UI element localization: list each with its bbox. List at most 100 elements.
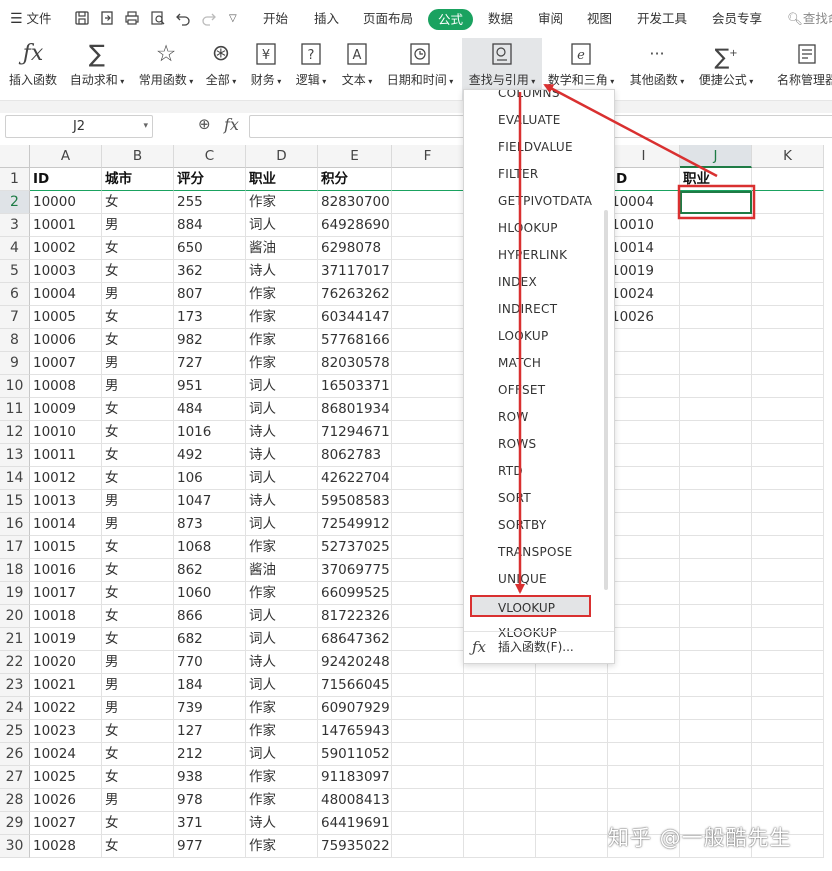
- cell-c18[interactable]: 862: [174, 559, 246, 582]
- cell-a23[interactable]: 10021: [30, 674, 102, 697]
- cell-i28[interactable]: [608, 789, 680, 812]
- cell-i26[interactable]: [608, 743, 680, 766]
- cell-a28[interactable]: 10026: [30, 789, 102, 812]
- tab-home[interactable]: 开始: [263, 0, 288, 38]
- cell-e19[interactable]: 66099525: [318, 582, 392, 605]
- cell-e4[interactable]: 6298078: [318, 237, 392, 260]
- cell-c15[interactable]: 1047: [174, 490, 246, 513]
- cell-j5[interactable]: [680, 260, 752, 283]
- cell-f23[interactable]: [392, 674, 464, 697]
- cell-b8[interactable]: 女: [102, 329, 174, 352]
- cell-f20[interactable]: [392, 605, 464, 628]
- cell-k22[interactable]: [752, 651, 824, 674]
- row-header-24[interactable]: 24: [0, 697, 30, 720]
- cell-j22[interactable]: [680, 651, 752, 674]
- column-header-k[interactable]: K: [752, 145, 824, 168]
- function-item-transpose[interactable]: TRANSPOSE: [464, 539, 604, 566]
- cell-b26[interactable]: 女: [102, 743, 174, 766]
- undo-icon[interactable]: [175, 10, 191, 26]
- cell-b10[interactable]: 男: [102, 375, 174, 398]
- cell-a13[interactable]: 10011: [30, 444, 102, 467]
- cell-d23[interactable]: 词人: [246, 674, 318, 697]
- function-item-indirect[interactable]: INDIRECT: [464, 296, 604, 323]
- row-header-18[interactable]: 18: [0, 559, 30, 582]
- row-header-7[interactable]: 7: [0, 306, 30, 329]
- cell-c17[interactable]: 1068: [174, 536, 246, 559]
- fx-icon[interactable]: fx: [224, 115, 239, 134]
- cell-f14[interactable]: [392, 467, 464, 490]
- cell-f11[interactable]: [392, 398, 464, 421]
- cell-d3[interactable]: 词人: [246, 214, 318, 237]
- row-header-17[interactable]: 17: [0, 536, 30, 559]
- insert-function-menu-item[interactable]: ƒx 插入函数(F)...: [464, 633, 614, 661]
- cell-k13[interactable]: [752, 444, 824, 467]
- autosum-button[interactable]: ∑ 自动求和 ▾: [64, 38, 130, 100]
- cell-j15[interactable]: [680, 490, 752, 513]
- text-functions-button[interactable]: A 文本 ▾: [337, 38, 377, 100]
- cell-i20[interactable]: [608, 605, 680, 628]
- cell-b18[interactable]: 女: [102, 559, 174, 582]
- cell-i24[interactable]: [608, 697, 680, 720]
- cell-e21[interactable]: 68647362: [318, 628, 392, 651]
- cell-i16[interactable]: [608, 513, 680, 536]
- insert-function-button[interactable]: ƒx 插入函数: [4, 38, 62, 100]
- cell-d13[interactable]: 诗人: [246, 444, 318, 467]
- cell-f3[interactable]: [392, 214, 464, 237]
- cell-e5[interactable]: 37117017: [318, 260, 392, 283]
- cell-c14[interactable]: 106: [174, 467, 246, 490]
- cell-c28[interactable]: 978: [174, 789, 246, 812]
- cell-d10[interactable]: 词人: [246, 375, 318, 398]
- cell-j10[interactable]: [680, 375, 752, 398]
- cell-e14[interactable]: 42622704: [318, 467, 392, 490]
- cell-b6[interactable]: 男: [102, 283, 174, 306]
- tab-view[interactable]: 视图: [587, 0, 612, 38]
- function-item-row[interactable]: ROW: [464, 404, 604, 431]
- cell-e6[interactable]: 76263262: [318, 283, 392, 306]
- cell-e24[interactable]: 60907929: [318, 697, 392, 720]
- cell-i5[interactable]: 10019: [608, 260, 680, 283]
- cell-d1[interactable]: 职业: [246, 168, 318, 191]
- cell-f22[interactable]: [392, 651, 464, 674]
- cell-i11[interactable]: [608, 398, 680, 421]
- cell-c6[interactable]: 807: [174, 283, 246, 306]
- cell-e13[interactable]: 8062783: [318, 444, 392, 467]
- cell-a10[interactable]: 10008: [30, 375, 102, 398]
- function-item-hlookup[interactable]: HLOOKUP: [464, 215, 604, 242]
- cell-k15[interactable]: [752, 490, 824, 513]
- cell-k26[interactable]: [752, 743, 824, 766]
- cell-a3[interactable]: 10001: [30, 214, 102, 237]
- cell-b22[interactable]: 男: [102, 651, 174, 674]
- cell-d22[interactable]: 诗人: [246, 651, 318, 674]
- cell-b9[interactable]: 男: [102, 352, 174, 375]
- cell-a22[interactable]: 10020: [30, 651, 102, 674]
- cell-d6[interactable]: 作家: [246, 283, 318, 306]
- cell-a8[interactable]: 10006: [30, 329, 102, 352]
- cell-j11[interactable]: [680, 398, 752, 421]
- cell-k18[interactable]: [752, 559, 824, 582]
- row-header-11[interactable]: 11: [0, 398, 30, 421]
- cell-d26[interactable]: 词人: [246, 743, 318, 766]
- select-all-corner[interactable]: [0, 145, 30, 168]
- cell-c12[interactable]: 1016: [174, 421, 246, 444]
- cell-b30[interactable]: 女: [102, 835, 174, 858]
- cell-a29[interactable]: 10027: [30, 812, 102, 835]
- zoom-icon[interactable]: ⊕: [198, 115, 211, 133]
- cell-e25[interactable]: 14765943: [318, 720, 392, 743]
- row-header-21[interactable]: 21: [0, 628, 30, 651]
- function-item-offset[interactable]: OFFSET: [464, 377, 604, 404]
- cell-j3[interactable]: [680, 214, 752, 237]
- row-header-28[interactable]: 28: [0, 789, 30, 812]
- row-header-4[interactable]: 4: [0, 237, 30, 260]
- cell-f15[interactable]: [392, 490, 464, 513]
- cell-k14[interactable]: [752, 467, 824, 490]
- cell-g23[interactable]: [464, 674, 536, 697]
- cell-h30[interactable]: [536, 835, 608, 858]
- cell-a20[interactable]: 10018: [30, 605, 102, 628]
- row-header-10[interactable]: 10: [0, 375, 30, 398]
- cell-a17[interactable]: 10015: [30, 536, 102, 559]
- cell-d14[interactable]: 词人: [246, 467, 318, 490]
- function-item-index[interactable]: INDEX: [464, 269, 604, 296]
- cell-a19[interactable]: 10017: [30, 582, 102, 605]
- cell-k1[interactable]: [752, 168, 824, 191]
- cell-k19[interactable]: [752, 582, 824, 605]
